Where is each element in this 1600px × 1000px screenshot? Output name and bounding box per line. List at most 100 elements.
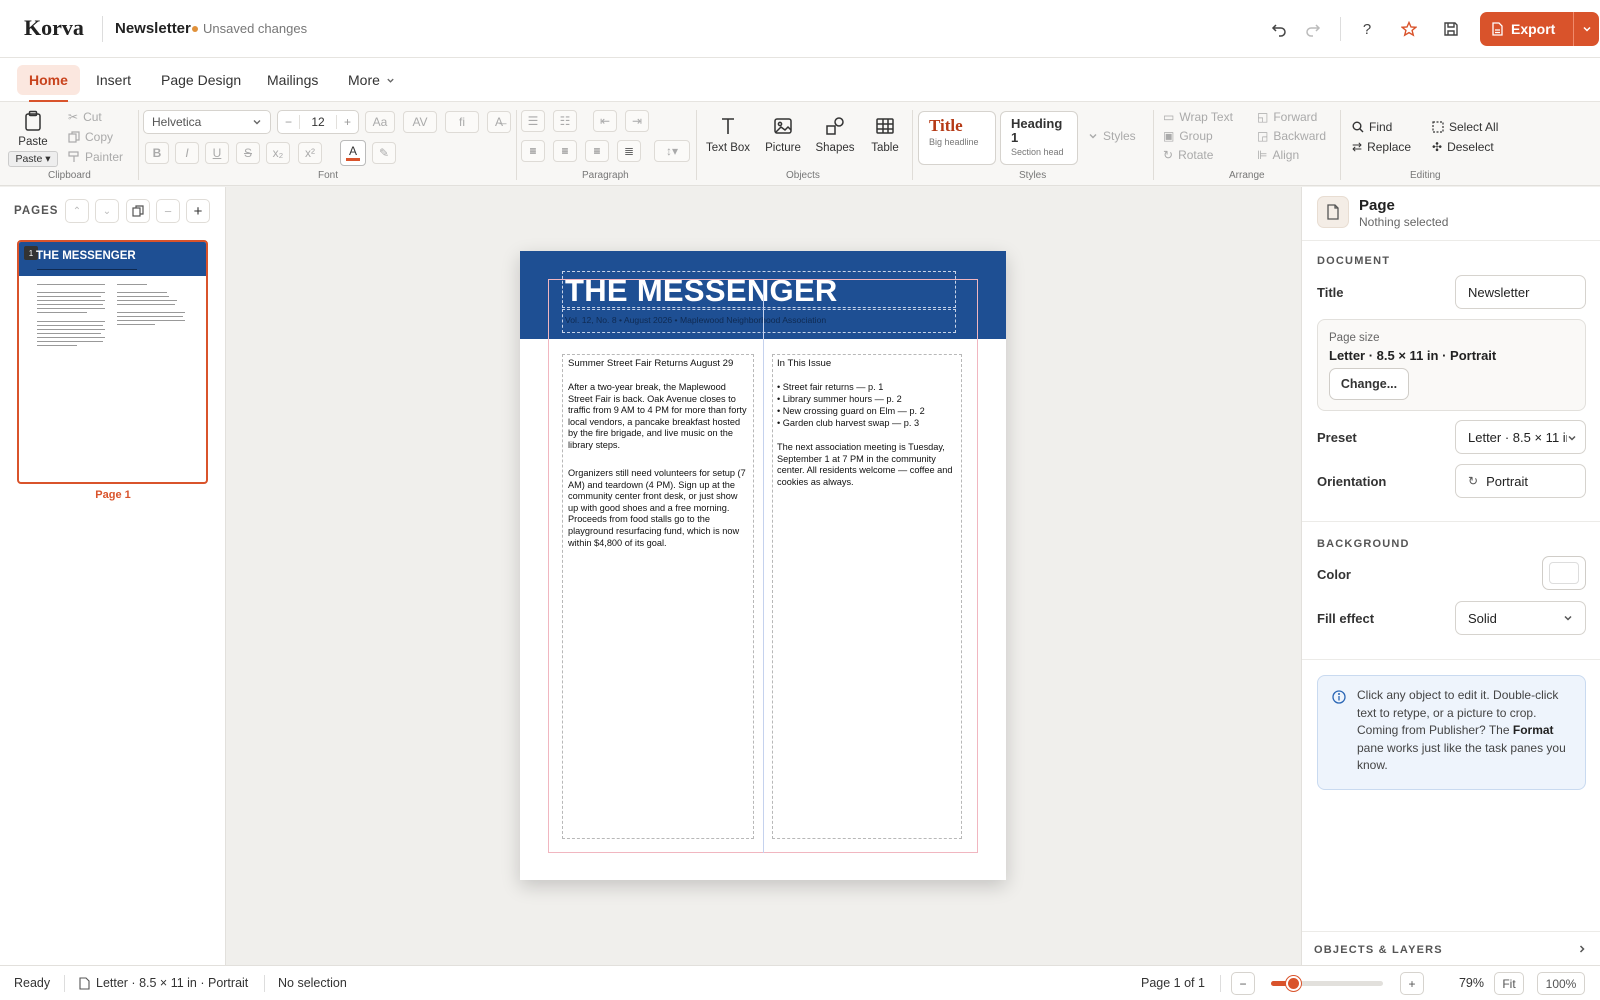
add-page-button[interactable]: + (186, 199, 210, 223)
right-article-heading[interactable]: In This Issue (777, 358, 959, 370)
align-button[interactable]: ⊫ Align (1257, 148, 1299, 162)
style-heading1-card[interactable]: Heading 1 Section head (1000, 111, 1078, 165)
styles-more-button[interactable]: Styles (1088, 129, 1136, 143)
duplicate-page-button[interactable] (126, 199, 150, 223)
picture-button[interactable]: Picture (756, 116, 810, 154)
line-spacing-button[interactable]: ↕▾ (654, 140, 690, 162)
in-this-issue-item[interactable]: • Garden club harvest swap — p. 3 (777, 418, 959, 430)
change-page-size-button[interactable]: Change... (1329, 368, 1409, 400)
left-article-heading[interactable]: Summer Street Fair Returns August 29 (568, 358, 750, 370)
favorite-button[interactable] (1394, 14, 1424, 44)
clear-formatting-button[interactable]: A̶ (487, 111, 511, 133)
backward-label: Backward (1273, 129, 1327, 143)
cut-button[interactable]: ✂ Cut (68, 110, 102, 124)
undo-button[interactable] (1264, 14, 1294, 44)
help-icon: ? (1362, 20, 1372, 38)
tab-mailings[interactable]: Mailings (255, 65, 330, 95)
copy-button[interactable]: Copy (68, 130, 113, 144)
send-backward-button[interactable]: ◲ Backward (1257, 129, 1326, 143)
background-color-picker[interactable] (1542, 556, 1586, 590)
text-box-button[interactable]: Text Box (701, 116, 755, 154)
document-title[interactable]: Newsletter (115, 20, 191, 37)
rotate-button[interactable]: ↻ Rotate (1163, 148, 1213, 162)
replace-button[interactable]: ⇄ Replace (1352, 140, 1411, 154)
bullets-button[interactable]: ☰ (521, 110, 545, 132)
tab-insert[interactable]: Insert (84, 65, 143, 95)
underline-button[interactable]: U (205, 142, 229, 164)
font-family-select[interactable]: Helvetica (143, 110, 271, 134)
right-article-paragraph[interactable]: The next association meeting is Tuesday,… (777, 442, 961, 488)
title-input[interactable]: Newsletter (1455, 275, 1586, 309)
paste-label: Paste (18, 136, 48, 148)
character-spacing-button[interactable]: AV (403, 111, 437, 133)
font-color-button[interactable]: A (340, 140, 366, 166)
select-all-button[interactable]: Select All (1432, 120, 1498, 134)
ligature-button[interactable]: fi (445, 111, 479, 133)
deselect-button[interactable]: ✣ Deselect (1432, 140, 1494, 154)
in-this-issue-item[interactable]: • Street fair returns — p. 1 (777, 382, 959, 394)
decrease-size-icon[interactable]: − (278, 115, 300, 129)
styles-more-label: Styles (1103, 129, 1136, 143)
in-this-issue-item[interactable]: • New crossing guard on Elm — p. 2 (777, 406, 959, 418)
zoom-100-button[interactable]: 100% (1537, 972, 1585, 995)
align-left-button[interactable]: ≡ (521, 140, 545, 162)
change-case-button[interactable]: Aa (365, 111, 395, 133)
font-size-stepper[interactable]: − 12 + (277, 110, 359, 134)
zoom-slider[interactable] (1271, 976, 1383, 991)
save-status: Unsaved changes (203, 21, 308, 36)
strikethrough-button[interactable]: S (236, 142, 260, 164)
chevron-right-icon[interactable] (1577, 944, 1587, 954)
preset-select[interactable]: Letter · 8.5 × 11 in (1455, 420, 1586, 454)
bold-button[interactable]: B (145, 142, 169, 164)
help-button[interactable]: ? (1352, 14, 1382, 44)
fill-effect-select[interactable]: Solid (1455, 601, 1586, 635)
group-button[interactable]: ▣ Group (1163, 129, 1213, 143)
delete-page-button[interactable]: − (156, 199, 180, 223)
left-article-p1[interactable]: After a two-year break, the Maplewood St… (568, 382, 750, 452)
zoom-fit-button[interactable]: Fit (1494, 972, 1524, 995)
table-button[interactable]: Table (858, 116, 912, 154)
highlighter-button[interactable]: ✎ (372, 142, 396, 164)
move-page-down-button[interactable]: ⌄ (95, 199, 119, 223)
decrease-indent-button[interactable]: ⇤ (593, 110, 617, 132)
zoom-out-button[interactable]: − (1231, 972, 1255, 995)
redo-button[interactable] (1298, 14, 1328, 44)
star-icon (1401, 21, 1417, 37)
increase-size-icon[interactable]: + (336, 115, 358, 129)
orientation-value: Portrait (1486, 473, 1528, 489)
style-title-card[interactable]: Title Big headline (918, 111, 996, 165)
align-center-button[interactable]: ≡ (553, 140, 577, 162)
wrap-text-button[interactable]: ▭ Wrap Text (1163, 110, 1233, 124)
export-menu-button[interactable] (1575, 12, 1599, 46)
page-thumbnail[interactable]: 1 THE MESSENGER (17, 240, 208, 484)
zoom-slider-handle[interactable] (1285, 976, 1301, 991)
align-right-icon: ≡ (593, 144, 601, 158)
tab-home[interactable]: Home (17, 65, 80, 102)
paste-menu-button[interactable]: Paste ▾ (8, 151, 58, 167)
fill-effect-value: Solid (1468, 610, 1497, 626)
tab-more[interactable]: More (336, 65, 407, 95)
save-button[interactable] (1436, 14, 1466, 44)
format-painter-button[interactable]: Painter (68, 150, 123, 164)
superscript-button[interactable]: x² (298, 142, 322, 164)
tab-page-design[interactable]: Page Design (149, 65, 253, 95)
objects-layers-header[interactable]: OBJECTS & LAYERS (1314, 944, 1443, 956)
justify-button[interactable]: ≣ (617, 140, 641, 162)
chevron-down-icon (1567, 433, 1577, 443)
shapes-button[interactable]: Shapes (808, 116, 862, 154)
align-right-button[interactable]: ≡ (585, 140, 609, 162)
subscript-button[interactable]: x₂ (266, 142, 290, 164)
numbering-button[interactable]: ☷ (553, 110, 577, 132)
zoom-in-button[interactable]: + (1400, 972, 1424, 995)
move-page-up-button[interactable]: ⌃ (65, 199, 89, 223)
paste-button[interactable]: Paste (14, 110, 52, 148)
italic-button[interactable]: I (175, 142, 199, 164)
export-button[interactable]: Export (1480, 12, 1599, 46)
newsletter-page[interactable]: THE MESSENGER Vol. 12, No. 8 • August 20… (520, 251, 1006, 880)
left-article-p2[interactable]: Organizers still need volunteers for set… (568, 468, 750, 549)
find-button[interactable]: Find (1352, 120, 1392, 134)
orientation-toggle[interactable]: ↻ Portrait (1455, 464, 1586, 498)
in-this-issue-item[interactable]: • Library summer hours — p. 2 (777, 394, 959, 406)
bring-forward-button[interactable]: ◱ Forward (1257, 110, 1317, 124)
increase-indent-button[interactable]: ⇥ (625, 110, 649, 132)
